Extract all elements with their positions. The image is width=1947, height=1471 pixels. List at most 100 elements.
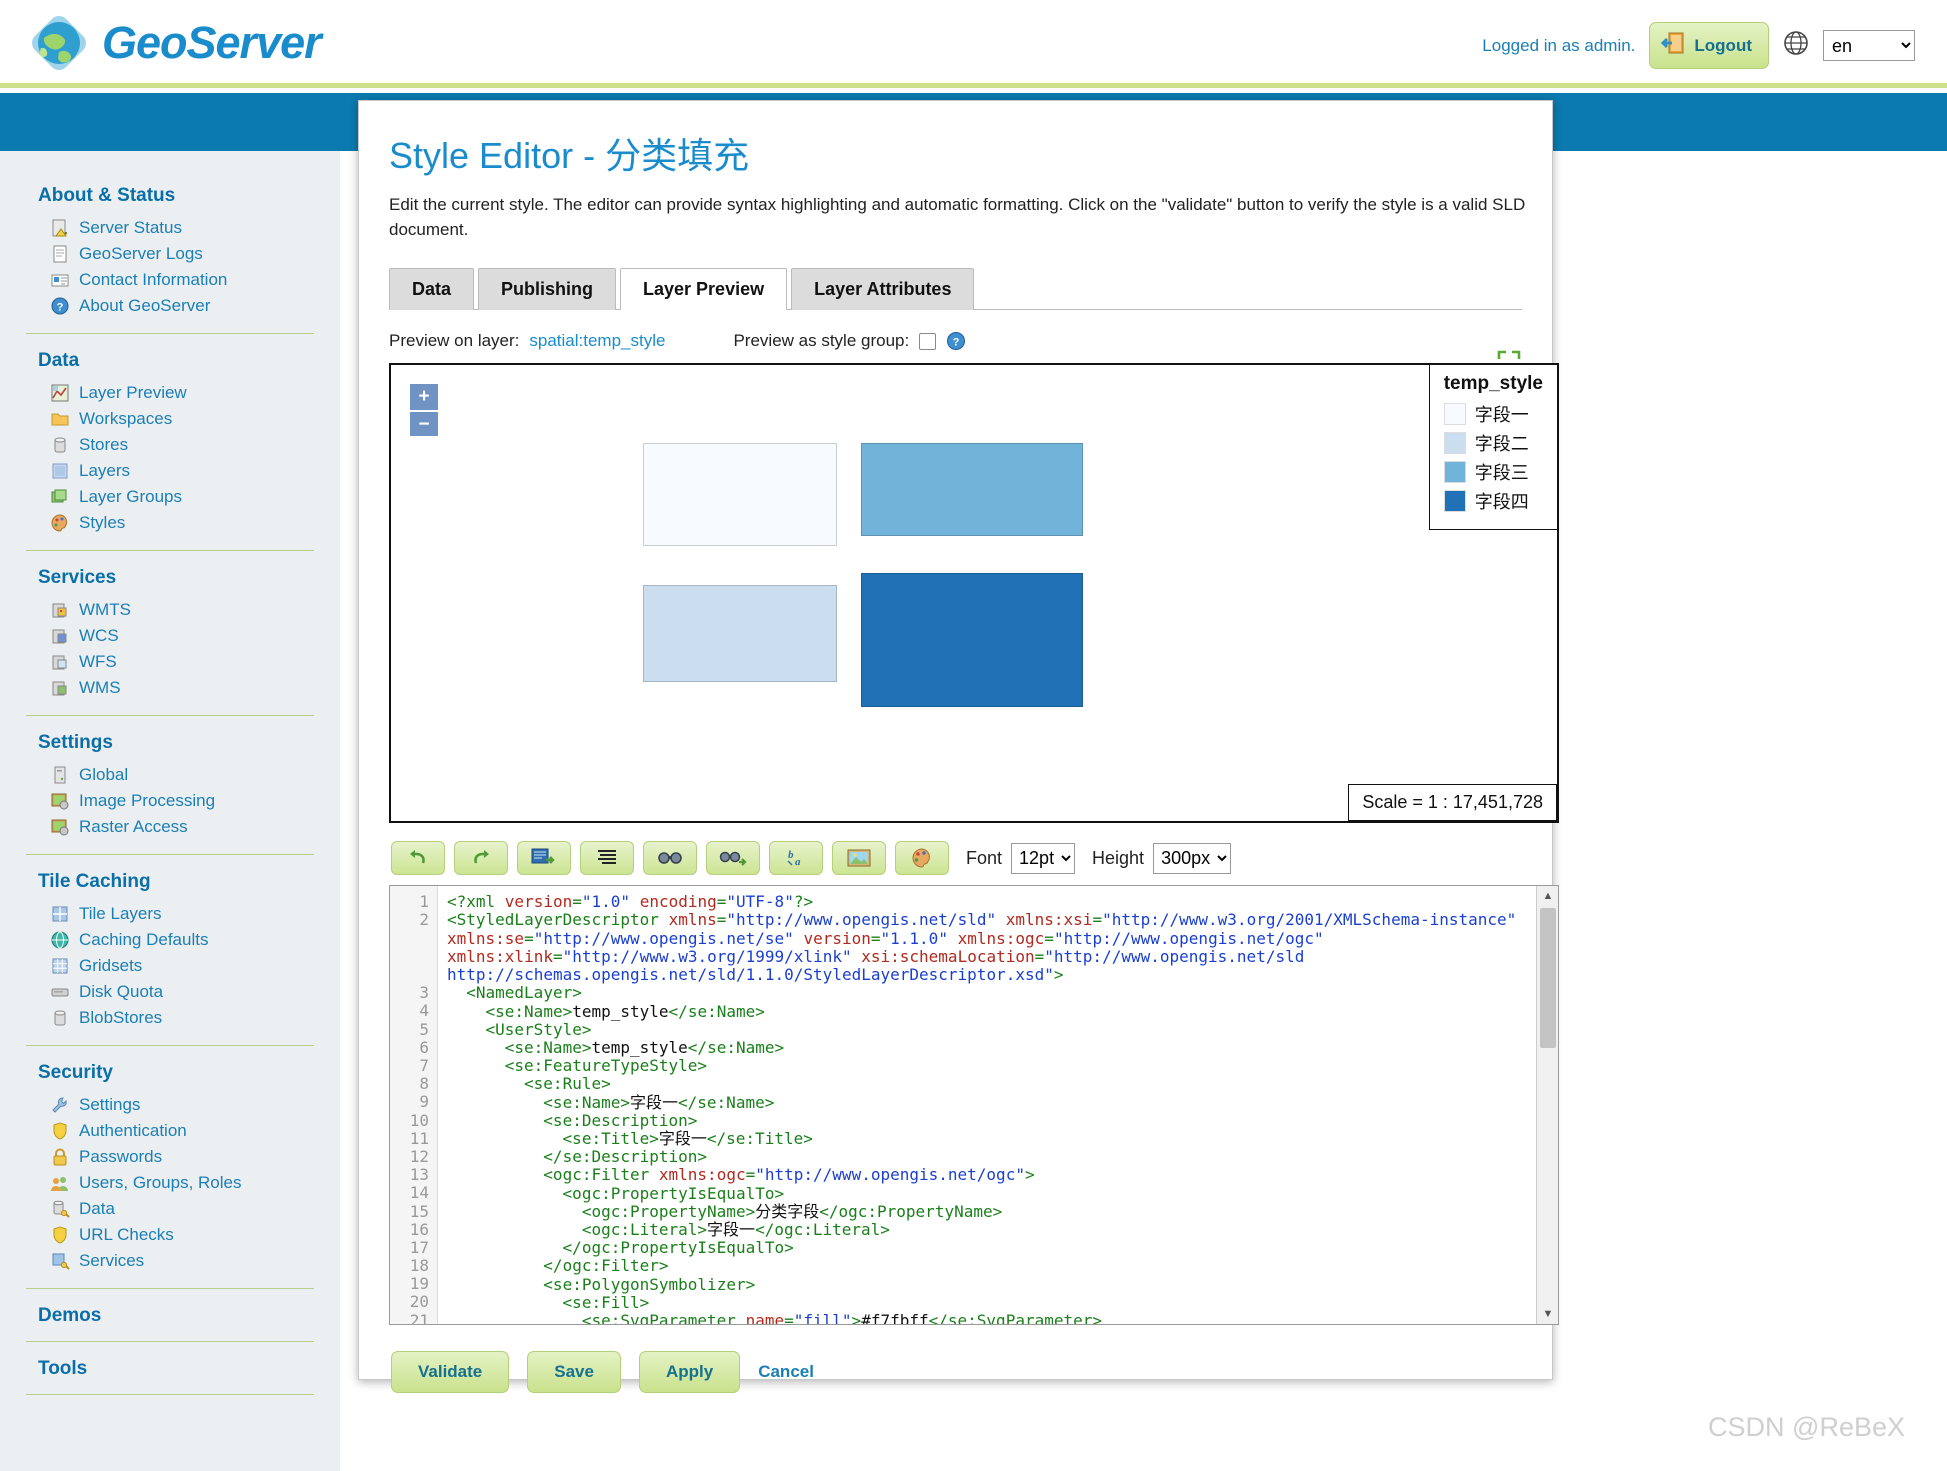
scroll-up-arrow[interactable]: ▲	[1537, 886, 1558, 906]
editor-height-select[interactable]: 300px	[1153, 842, 1232, 874]
find-button[interactable]	[643, 841, 697, 876]
map-preview[interactable]: + − temp_style 字段一 字段二 字段三 字段四 Scale = 1…	[389, 363, 1559, 824]
sidebar-item-layer-groups[interactable]: Layer Groups	[38, 484, 314, 510]
tab-layer-preview[interactable]: Layer Preview	[620, 268, 788, 311]
code-token: <ogc:PropertyName>	[581, 1201, 756, 1221]
sidebar-item-image-processing[interactable]: Image Processing	[38, 788, 314, 814]
line-number: 14	[409, 1183, 429, 1203]
sidebar-item-url-checks[interactable]: URL Checks	[38, 1222, 314, 1248]
sidebar-item-blobstores[interactable]: BlobStores	[38, 1005, 314, 1031]
zoom-in-button[interactable]: +	[410, 384, 438, 411]
sidebar-item-wfs[interactable]: WFS	[38, 649, 314, 675]
code-token: name	[745, 1310, 785, 1325]
legend-label: 字段四	[1474, 492, 1529, 513]
code-token: #f7fbff	[861, 1310, 929, 1325]
validate-button[interactable]: Validate	[391, 1351, 510, 1394]
sidebar-item-disk-quota[interactable]: Disk Quota	[38, 979, 314, 1005]
sidebar-item-gridsets[interactable]: Gridsets	[38, 953, 314, 979]
sidebar-item-layers[interactable]: Layers	[38, 458, 314, 484]
sidebar-item-label: Raster Access	[79, 817, 188, 836]
line-number: 4	[419, 1001, 429, 1021]
undo-button[interactable]	[391, 841, 445, 876]
insert-button[interactable]	[517, 841, 571, 876]
save-button[interactable]: Save	[527, 1351, 621, 1394]
zoom-out-button[interactable]: −	[410, 410, 438, 437]
language-select[interactable]: en	[1823, 30, 1915, 61]
form-actions: Validate Save Apply Cancel	[391, 1351, 1526, 1394]
palette-button[interactable]	[895, 841, 949, 876]
svg-text:?: ?	[57, 302, 64, 314]
code-token: <?xml	[447, 892, 505, 912]
code-token: =	[716, 910, 727, 930]
sidebar-item-geoserver-logs[interactable]: GeoServer Logs	[38, 241, 314, 267]
apply-button[interactable]: Apply	[638, 1351, 741, 1394]
code-token: <se:Rule>	[524, 1074, 611, 1094]
editor-scrollbar[interactable]: ▲ ▼	[1536, 886, 1558, 1325]
tab-layer-attributes[interactable]: Layer Attributes	[791, 268, 975, 311]
nav-section-demos[interactable]: Demos	[0, 1305, 340, 1327]
sidebar-item-caching-defaults[interactable]: Caching Defaults	[38, 927, 314, 953]
code-line: <ogc:Literal>字段一</ogc:Literal>	[447, 1220, 1558, 1239]
redo-button[interactable]	[454, 841, 508, 876]
sidebar-item-label: Caching Defaults	[79, 930, 209, 949]
code-line: <se:FeatureTypeStyle>	[447, 1057, 1558, 1075]
database-icon	[50, 435, 70, 455]
style-group-checkbox[interactable]	[919, 332, 937, 350]
find-replace-button[interactable]	[706, 841, 760, 876]
sidebar-item-wms[interactable]: WMS	[38, 675, 314, 701]
sidebar-item-tile-layers[interactable]: Tile Layers	[38, 901, 314, 927]
code-token: =	[716, 892, 727, 912]
sidebar-item-label: Image Processing	[79, 791, 216, 810]
sld-code-editor[interactable]: 12345678910111213141516171819202122 <?xm…	[389, 885, 1559, 1326]
sidebar-item-about-geoserver[interactable]: ? About GeoServer	[38, 293, 314, 319]
code-token: "http://www.opengis.net/sld"	[726, 910, 997, 930]
code-token: </ogc:PropertyIsEqualTo>	[562, 1238, 794, 1258]
format-button[interactable]	[580, 841, 634, 876]
sidebar-item-workspaces[interactable]: Workspaces	[38, 406, 314, 432]
sidebar-item-raster-access[interactable]: Raster Access	[38, 814, 314, 840]
sidebar-item-contact-information[interactable]: Contact Information	[38, 267, 314, 293]
code-content[interactable]: <?xml version="1.0" encoding="UTF-8"?> <S…	[438, 886, 1558, 1325]
legend-swatch	[1443, 403, 1466, 426]
sidebar-item-wcs[interactable]: WCS	[38, 623, 314, 649]
sidebar-item-layer-preview[interactable]: Layer Preview	[38, 380, 314, 406]
help-circle-icon[interactable]: ?	[946, 331, 966, 351]
sidebar-item-authentication[interactable]: Authentication	[38, 1118, 314, 1144]
sidebar-item-security-services[interactable]: Services	[38, 1248, 314, 1274]
app-header: GeoServer Logged in as admin. Logout en	[0, 0, 1947, 88]
brand-logo[interactable]: GeoServer	[28, 12, 322, 74]
scroll-down-arrow[interactable]: ▼	[1537, 1304, 1558, 1324]
sidebar-item-security-settings[interactable]: Settings	[38, 1092, 314, 1118]
page-title: Style Editor - 分类填充	[389, 135, 750, 176]
sidebar-item-wmts[interactable]: WMTS	[38, 597, 314, 623]
layer-stack-icon	[50, 487, 70, 507]
sidebar-item-label: Services	[79, 1251, 145, 1270]
sidebar-item-security-data[interactable]: Data	[38, 1196, 314, 1222]
code-token: </ogc:Filter>	[543, 1256, 669, 1276]
wrench-icon	[50, 1095, 70, 1115]
sidebar-item-server-status[interactable]: Server Status	[38, 215, 314, 241]
sidebar-item-stores[interactable]: Stores	[38, 432, 314, 458]
code-token: <ogc:PropertyIsEqualTo>	[562, 1183, 785, 1203]
sidebar-item-styles[interactable]: Styles	[38, 510, 314, 536]
sidebar-item-users-groups-roles[interactable]: Users, Groups, Roles	[38, 1170, 314, 1196]
preview-layer-link[interactable]: spatial:temp_style	[529, 331, 665, 351]
sidebar-item-label: Settings	[79, 1095, 141, 1114]
sort-button[interactable]: ba	[769, 841, 823, 876]
nav-section-tools[interactable]: Tools	[0, 1358, 340, 1380]
sidebar-item-global[interactable]: Global	[38, 762, 314, 788]
tab-publishing[interactable]: Publishing	[478, 268, 617, 311]
cancel-link[interactable]: Cancel	[758, 1362, 814, 1382]
tab-data[interactable]: Data	[389, 268, 475, 311]
font-size-select[interactable]: 12pt	[1011, 842, 1076, 874]
sidebar-item-label: GeoServer Logs	[79, 244, 203, 263]
code-token: </se:Name>	[668, 1001, 765, 1021]
scrollbar-thumb[interactable]	[1540, 908, 1556, 1049]
code-line: </ogc:PropertyIsEqualTo>	[447, 1239, 1558, 1257]
image-button[interactable]	[832, 841, 886, 876]
sidebar-item-passwords[interactable]: Passwords	[38, 1144, 314, 1170]
code-token: "UTF-8"	[726, 892, 794, 912]
logout-button[interactable]: Logout	[1649, 22, 1769, 69]
sidebar-item-label: Layer Preview	[79, 383, 187, 402]
